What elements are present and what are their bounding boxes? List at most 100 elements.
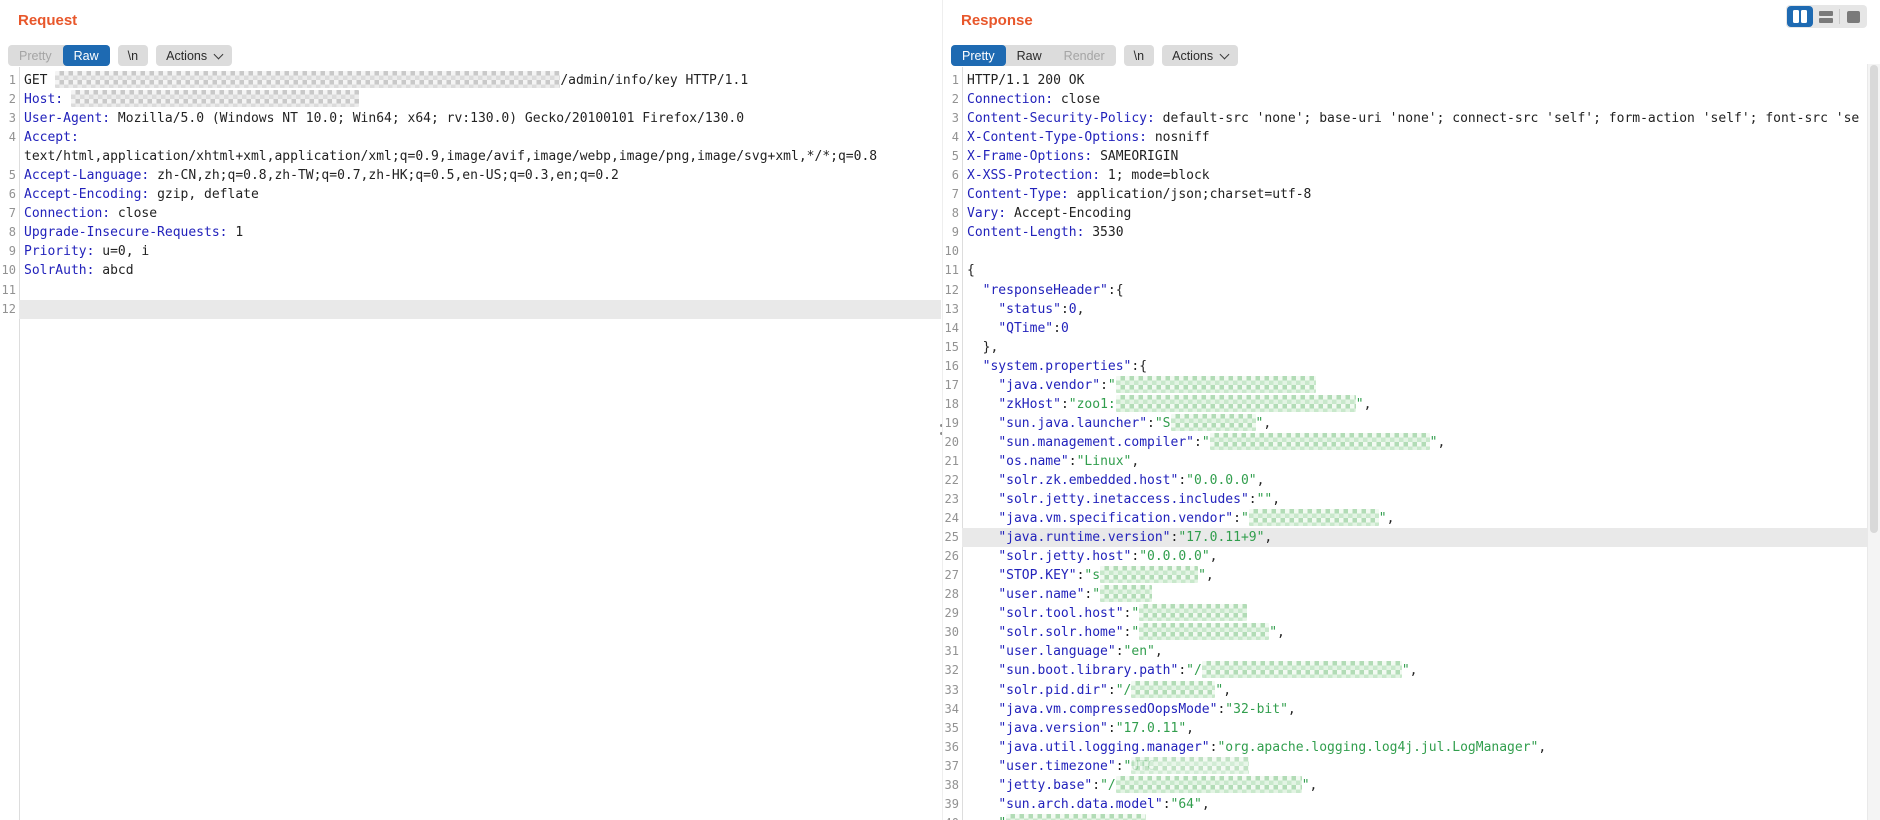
response-actions-button[interactable]: Actions	[1162, 45, 1238, 66]
response-panel: Response Pretty Raw Render \n Actions 1H…	[942, 0, 1880, 820]
code-text: Content-Type: application/json;charset=u…	[962, 185, 1868, 204]
line-number: 14	[943, 319, 962, 338]
code-text: Content-Security-Policy: default-src 'no…	[962, 109, 1868, 128]
layout-single-pane-button[interactable]	[1840, 6, 1866, 27]
scrollbar-thumb[interactable]	[1870, 65, 1878, 533]
code-line: 1HTTP/1.1 200 OK	[943, 71, 1868, 90]
redaction-block	[1171, 414, 1256, 431]
line-number: 11	[943, 261, 962, 280]
request-tab-raw[interactable]: Raw	[63, 45, 110, 66]
line-number: 3	[0, 109, 19, 128]
response-tab-newline[interactable]: \n	[1124, 45, 1154, 66]
code-text: "solr.zk.embedded.host":"0.0.0.0",	[962, 471, 1868, 490]
code-text: "java.version":"17.0.11",	[962, 719, 1868, 738]
redaction-block	[1139, 623, 1269, 640]
request-actions-button[interactable]: Actions	[156, 45, 232, 66]
line-number: 22	[943, 471, 962, 490]
code-line: 33 "solr.pid.dir":"/",	[943, 681, 1868, 700]
layout-toggle	[1786, 5, 1867, 28]
redaction-block	[1139, 604, 1247, 621]
redaction-block	[71, 90, 359, 107]
code-line: 9Content-Length: 3530	[943, 223, 1868, 242]
scrollbar-track[interactable]	[1867, 64, 1880, 820]
line-number: 12	[0, 300, 19, 319]
line-number: 2	[0, 90, 19, 109]
layout-split-vertical-button[interactable]	[1787, 6, 1813, 27]
code-line: 31 "user.language":"en",	[943, 642, 1868, 661]
line-number: 5	[943, 147, 962, 166]
response-tabbar: Pretty Raw Render \n Actions	[951, 45, 1238, 66]
code-line: 2Host:	[0, 90, 941, 109]
code-line: 6X-XSS-Protection: 1; mode=block	[943, 166, 1868, 185]
line-number: 1	[943, 71, 962, 90]
code-line: 4Accept:	[0, 128, 941, 147]
code-text: "jetty.base":"/",	[962, 776, 1868, 795]
code-line: 9Priority: u=0, i	[0, 242, 941, 261]
code-text: "java.runtime.version":"17.0.11+9",	[962, 528, 1868, 547]
code-text	[19, 281, 941, 300]
request-code-area[interactable]: 1GET /admin/info/key HTTP/1.12Host: 3Use…	[0, 67, 941, 820]
code-line: 28 "user.name":"	[943, 585, 1868, 604]
layout-split-horizontal-button[interactable]	[1813, 6, 1839, 27]
code-line: 27 "STOP.KEY":"s",	[943, 566, 1868, 585]
code-text: X-Content-Type-Options: nosniff	[962, 128, 1868, 147]
line-number: 3	[943, 109, 962, 128]
code-text	[19, 300, 941, 319]
line-number: 27	[943, 566, 962, 585]
code-line: 5Accept-Language: zh-CN,zh;q=0.8,zh-TW;q…	[0, 166, 941, 185]
code-line: 39 "sun.arch.data.model":"64",	[943, 795, 1868, 814]
code-text: {	[962, 261, 1868, 280]
code-line: 1GET /admin/info/key HTTP/1.1	[0, 71, 941, 90]
code-line: 34 "java.vm.compressedOopsMode":"32-bit"…	[943, 700, 1868, 719]
code-text: Accept-Language: zh-CN,zh;q=0.8,zh-TW;q=…	[19, 166, 941, 185]
code-text: Content-Length: 3530	[962, 223, 1868, 242]
code-line: 17 "java.vendor":"	[943, 376, 1868, 395]
line-number: 16	[943, 357, 962, 376]
code-text: "java.vm.compressedOopsMode":"32-bit",	[962, 700, 1868, 719]
response-tab-render[interactable]: Render	[1053, 45, 1116, 66]
code-line: 32 "sun.boot.library.path":"/",	[943, 661, 1868, 680]
line-number: 7	[0, 204, 19, 223]
line-number: 9	[943, 223, 962, 242]
chevron-down-icon	[214, 49, 224, 59]
response-tabgroup: Pretty Raw Render	[951, 45, 1116, 66]
code-line: 8Vary: Accept-Encoding	[943, 204, 1868, 223]
redaction-block: UTC	[1131, 757, 1249, 774]
line-number: 24	[943, 509, 962, 528]
redaction-block	[1100, 566, 1198, 583]
line-number: 12	[943, 281, 962, 300]
request-tab-pretty[interactable]: Pretty	[8, 45, 63, 66]
redaction-block	[1131, 681, 1215, 698]
redaction-block	[1116, 776, 1302, 793]
line-number: 28	[943, 585, 962, 604]
code-text: GET /admin/info/key HTTP/1.1	[19, 71, 941, 90]
code-line: 29 "solr.tool.host":"	[943, 604, 1868, 623]
code-line: 22 "solr.zk.embedded.host":"0.0.0.0",	[943, 471, 1868, 490]
code-text: "java.util.logging.manager":"org.apache.…	[962, 738, 1868, 757]
line-number: 11	[0, 281, 19, 300]
code-text: "solr.solr.home":"",	[962, 623, 1868, 642]
request-panel: Request Pretty Raw \n Actions 1GET /admi…	[0, 0, 941, 820]
code-text: "sun.java.launcher":"S",	[962, 414, 1868, 433]
line-number: 25	[943, 528, 962, 547]
response-tab-pretty[interactable]: Pretty	[951, 45, 1006, 66]
code-line: 25 "java.runtime.version":"17.0.11+9",	[943, 528, 1868, 547]
code-text: "system.properties":{	[962, 357, 1868, 376]
response-code-area[interactable]: 1HTTP/1.1 200 OK2Connection: close3Conte…	[943, 67, 1868, 820]
chevron-down-icon	[1220, 49, 1230, 59]
code-line: 10	[943, 242, 1868, 261]
code-text: "java.vm.specification.vendor":"",	[962, 509, 1868, 528]
code-line: 40 "	[943, 814, 1868, 820]
request-tab-newline[interactable]: \n	[118, 45, 148, 66]
single-pane-icon	[1847, 11, 1860, 23]
response-actions-label: Actions	[1172, 49, 1213, 63]
code-line: 16 "system.properties":{	[943, 357, 1868, 376]
response-tab-raw[interactable]: Raw	[1006, 45, 1053, 66]
code-text: Vary: Accept-Encoding	[962, 204, 1868, 223]
line-number: 40	[943, 814, 962, 820]
code-line: 13 "status":0,	[943, 300, 1868, 319]
line-number: 26	[943, 547, 962, 566]
line-number: 17	[943, 376, 962, 395]
code-text: X-XSS-Protection: 1; mode=block	[962, 166, 1868, 185]
code-text: "solr.jetty.inetaccess.includes":"",	[962, 490, 1868, 509]
